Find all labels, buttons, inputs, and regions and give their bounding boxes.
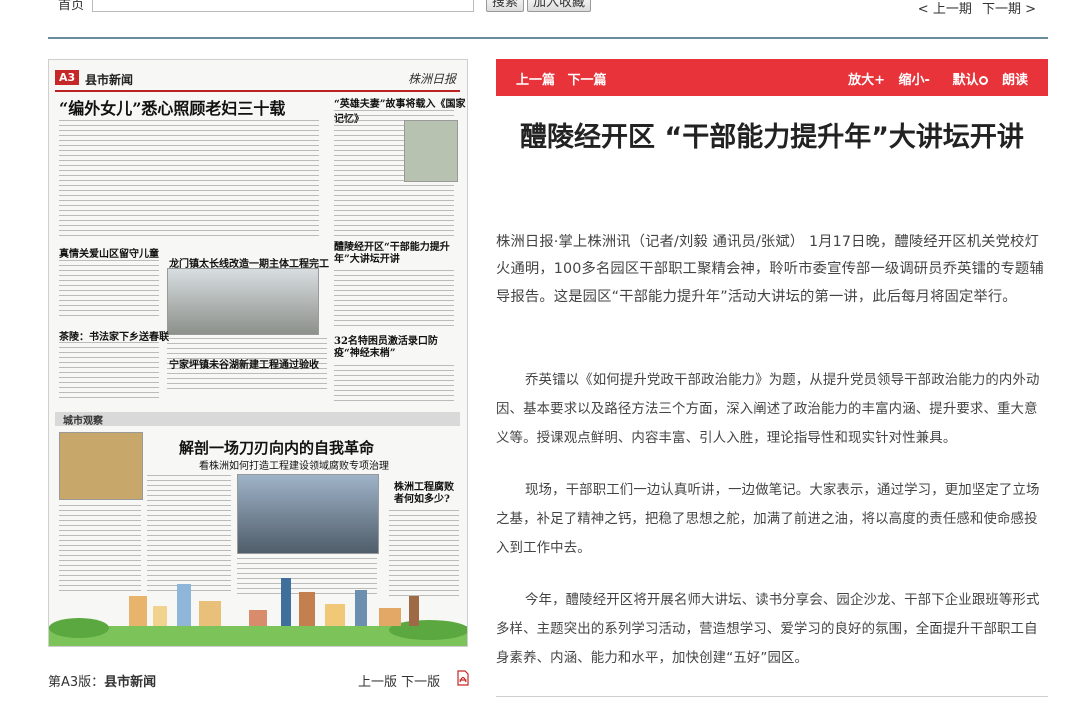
section-band: 城市观察 xyxy=(55,412,460,427)
newspaper-page-thumbnail[interactable]: A3 县市新闻 株洲日报 “编外女儿”悉心照顾老妇三十载 “英雄夫妻”故事将载入… xyxy=(48,59,468,647)
prev-issue-link[interactable]: < 上一期 xyxy=(918,2,972,17)
search-input[interactable] xyxy=(92,0,474,12)
page-caption-prefix: 第A3版： xyxy=(48,675,105,690)
paper-header: A3 县市新闻 株洲日报 xyxy=(55,70,460,92)
text-column xyxy=(59,260,159,320)
road-photo[interactable] xyxy=(167,268,319,335)
city-skyline-illustration xyxy=(49,578,467,646)
zoom-out-button[interactable]: 缩小- xyxy=(899,73,930,88)
pdf-download-icon[interactable] xyxy=(456,670,470,686)
feature-headline[interactable]: 解剖一场刀刃向内的自我革命 xyxy=(179,437,374,458)
side-heading[interactable]: 株洲工程腐败者何如多少? xyxy=(394,482,459,506)
prev-page-link[interactable]: 上一版 xyxy=(358,675,397,690)
reading-tools: 放大+ 缩小- 默认 朗读 xyxy=(839,69,1028,88)
read-aloud-button[interactable]: 朗读 xyxy=(1002,73,1028,88)
page-caption: 第A3版：县市新闻 xyxy=(48,671,156,690)
page-tag: A3 xyxy=(55,70,80,85)
sidebar-photo[interactable] xyxy=(59,432,143,500)
issue-navigation: < 上一期 下一期 > xyxy=(912,0,1036,17)
page-caption-section[interactable]: 县市新闻 xyxy=(104,675,156,690)
article-paragraph-2: 乔英镭以《如何提升党政干部政治能力》为题，从提升党员领导干部政治能力的内外动因、… xyxy=(496,373,1040,446)
meeting-photo[interactable] xyxy=(237,474,379,554)
text-column xyxy=(59,120,319,240)
next-article-link[interactable]: 下一篇 xyxy=(568,73,607,88)
article-title: 醴陵经开区 “干部能力提升年”大讲坛开讲 xyxy=(520,122,1024,153)
reset-circle-icon xyxy=(979,76,989,85)
next-issue-link[interactable]: 下一期 > xyxy=(982,2,1036,17)
paper-subheadline-6[interactable]: 宁家坪镇未谷湖新建工程通过验收 xyxy=(169,356,319,371)
home-link[interactable]: 首页 xyxy=(58,0,84,13)
paper-subheadline-2[interactable]: 真情关爱山区留守儿童 xyxy=(59,245,159,260)
article-navigation: 上一篇 下一篇 xyxy=(516,69,615,88)
default-size-label: 默认 xyxy=(952,73,979,88)
header-divider xyxy=(48,37,1048,39)
article-toolbar: 上一篇 下一篇 放大+ 缩小- 默认 朗读 xyxy=(496,59,1048,96)
next-page-link[interactable]: 下一版 xyxy=(401,675,440,690)
article-photo[interactable] xyxy=(404,120,458,182)
article-paragraph-3: 现场，干部职工们一边认真听讲，一边做笔记。大家表示，通过学习，更加坚定了立场之基… xyxy=(496,483,1040,556)
article-paragraph-1: 株洲日报·掌上株洲讯（记者/刘毅 通讯员/张斌） 1月17日晚，醴陵经开区机关党… xyxy=(496,234,1044,305)
add-favorite-button[interactable]: 加入收藏 xyxy=(527,0,592,12)
paper-subheadline-5[interactable]: 茶陵：书法家下乡送春联 xyxy=(59,328,169,343)
prev-article-link[interactable]: 上一篇 xyxy=(516,73,555,88)
paper-headline[interactable]: “编外女儿”悉心照顾老妇三十载 xyxy=(59,95,285,119)
text-column xyxy=(334,270,454,330)
article-paragraph-4: 今年，醴陵经开区将开展名师大讲坛、读书分享会、园企沙龙、干部下企业跟班等形式多样… xyxy=(496,593,1040,666)
article-bottom-divider xyxy=(496,696,1048,697)
default-size-button[interactable]: 默认 xyxy=(943,73,989,88)
paper-section: 县市新闻 xyxy=(85,73,134,87)
paper-subheadline-4[interactable]: 醴陵经开区“干部能力提升年”大讲坛开讲 xyxy=(334,242,459,266)
page-navigation: 上一版 下一版 xyxy=(358,671,440,690)
paper-logo: 株洲日报 xyxy=(407,72,456,86)
paper-subheadline-7[interactable]: 32名特困员激活录口防疫“神经末梢” xyxy=(334,336,459,360)
zoom-in-button[interactable]: 放大+ xyxy=(848,73,885,88)
text-column xyxy=(59,342,159,402)
search-button[interactable]: 搜索 xyxy=(486,0,525,12)
feature-subtitle: 看株洲如何打造工程建设领域腐败专项治理 xyxy=(199,461,389,472)
band-label: 城市观察 xyxy=(63,416,103,427)
top-search-bar: 首页 搜索 加入收藏 < 上一期 下一期 > xyxy=(0,0,1081,17)
text-column xyxy=(334,365,454,405)
